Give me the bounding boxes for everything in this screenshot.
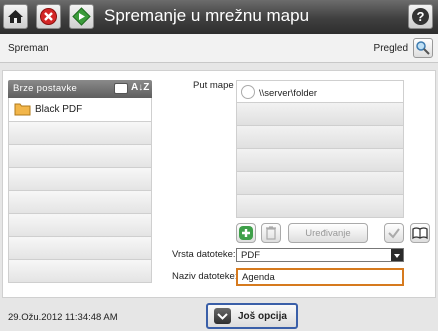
file-name-value: Agenda	[242, 272, 275, 283]
list-item[interactable]	[236, 172, 404, 195]
file-type-select[interactable]: PDF	[236, 248, 404, 262]
title-bar: Spremanje u mrežnu mapu ?	[0, 0, 438, 34]
list-item[interactable]	[8, 122, 152, 145]
list-item[interactable]	[236, 149, 404, 172]
list-item[interactable]	[8, 214, 152, 237]
quick-set-label: Black PDF	[35, 104, 83, 115]
sort-icon[interactable]: A↓Z	[131, 82, 149, 93]
radio-button[interactable]	[241, 85, 255, 99]
book-icon	[412, 227, 428, 240]
edit-button-label: Uređivanje	[305, 228, 351, 239]
list-item[interactable]	[236, 195, 404, 218]
add-folder-button[interactable]	[236, 223, 256, 243]
quick-sets-header: Brze postavke A↓Z	[8, 80, 152, 98]
checkmark-icon	[388, 228, 400, 239]
file-name-label: Naziv datoteke:	[172, 271, 238, 282]
folder-path-item[interactable]: \\server\folder	[236, 80, 404, 103]
confirm-button[interactable]	[384, 223, 404, 243]
status-bar: Spreman Pregled	[0, 34, 438, 63]
list-item[interactable]	[8, 168, 152, 191]
folder-path-list: \\server\folder	[236, 80, 404, 218]
edit-button[interactable]: Uređivanje	[288, 223, 368, 243]
list-item[interactable]	[236, 103, 404, 126]
more-options-label: Još opcija	[238, 311, 287, 322]
file-name-field[interactable]: Agenda	[236, 268, 404, 286]
trash-icon	[266, 226, 276, 240]
start-icon	[72, 7, 91, 26]
preview-button[interactable]	[413, 38, 433, 58]
list-item[interactable]	[8, 145, 152, 168]
home-icon	[8, 10, 23, 23]
file-type-label: Vrsta datoteke:	[172, 249, 236, 260]
address-book-button[interactable]	[410, 223, 430, 243]
list-item[interactable]	[8, 191, 152, 214]
quick-sets-title: Brze postavke	[13, 83, 78, 94]
folder-path-text: \\server\folder	[259, 88, 318, 99]
timestamp: 29.Ožu.2012 11:34:48 AM	[8, 312, 118, 323]
help-button[interactable]: ?	[408, 4, 433, 29]
delete-button[interactable]	[261, 223, 281, 243]
quick-sets-toggle[interactable]	[114, 83, 128, 94]
page-title: Spremanje u mrežnu mapu	[104, 6, 310, 25]
home-button[interactable]	[3, 4, 28, 29]
folder-path-label: Put mape	[193, 80, 234, 91]
stop-icon	[40, 8, 57, 25]
add-icon	[239, 226, 253, 240]
status-text: Spreman	[8, 43, 49, 54]
folder-icon	[14, 103, 31, 116]
file-type-value: PDF	[241, 250, 260, 261]
list-item[interactable]	[8, 237, 152, 260]
chevron-down-icon	[214, 308, 231, 324]
magnifier-icon	[416, 41, 430, 55]
more-options-button[interactable]: Još opcija	[206, 303, 298, 329]
quick-set-item[interactable]: Black PDF	[8, 98, 152, 122]
help-icon: ?	[412, 8, 429, 25]
stop-button[interactable]	[36, 4, 61, 29]
list-item[interactable]	[236, 126, 404, 149]
preview-label: Pregled	[373, 43, 408, 54]
quick-sets-list: Brze postavke A↓Z Black PDF	[8, 80, 152, 283]
dropdown-arrow-icon	[391, 249, 403, 261]
list-item[interactable]	[8, 260, 152, 283]
start-button[interactable]	[69, 4, 94, 29]
svg-text:?: ?	[417, 9, 425, 24]
